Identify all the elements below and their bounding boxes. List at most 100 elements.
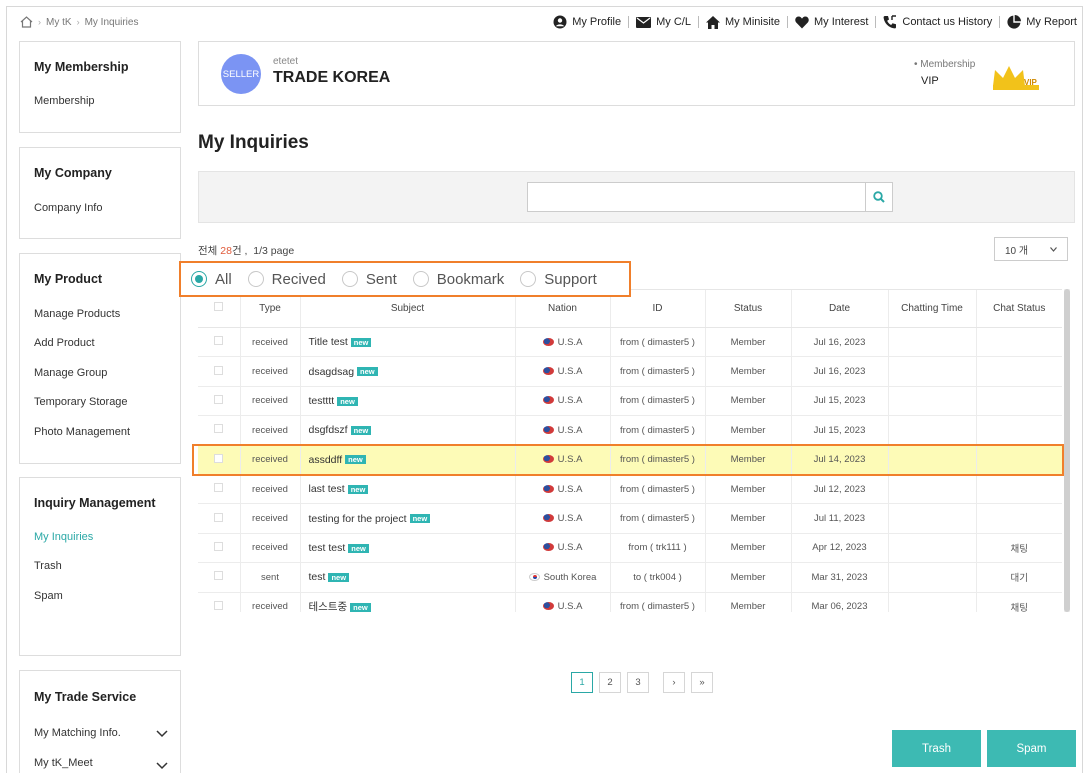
filter-support[interactable]: Support: [520, 271, 597, 288]
subject-link[interactable]: test test: [309, 542, 346, 554]
cell-type: received: [239, 592, 300, 612]
cell-id: from ( dimaster5 ): [609, 474, 705, 505]
new-badge: new: [328, 573, 350, 583]
next-page-button[interactable]: ›: [663, 672, 685, 693]
sidebar-item-matching-info[interactable]: My Matching Info.: [34, 727, 121, 739]
page-1-button[interactable]: 1: [571, 672, 593, 693]
page-3-button[interactable]: 3: [627, 672, 649, 693]
row-checkbox[interactable]: [214, 483, 224, 493]
cell-nation: U.S.A: [514, 415, 610, 446]
cell-subject[interactable]: dsagdsag new: [299, 356, 515, 387]
breadcrumb-item[interactable]: My Inquiries: [85, 17, 139, 28]
sidebar-item-temporary-storage[interactable]: Temporary Storage: [34, 396, 128, 408]
cell-subject[interactable]: testing for the project new: [299, 503, 515, 534]
table-row[interactable]: received dsgfdszf new U.S.A from ( dimaster5…: [198, 415, 1062, 446]
subject-link[interactable]: testing for the project: [309, 513, 407, 525]
last-page-button[interactable]: »: [691, 672, 713, 693]
nation-label: U.S.A: [557, 366, 583, 378]
cell-chat-status: [975, 503, 1062, 534]
avatar: SELLER: [221, 54, 261, 94]
contact-history-link[interactable]: Contact us History: [883, 15, 992, 29]
table-row[interactable]: received last test new U.S.A from ( dimaster…: [198, 474, 1062, 505]
cell-subject[interactable]: test new: [299, 562, 515, 593]
sidebar-item-spam[interactable]: Spam: [34, 590, 63, 602]
row-checkbox[interactable]: [214, 512, 224, 522]
sidebar-item-company-info[interactable]: Company Info: [34, 202, 102, 214]
subject-link[interactable]: testttt: [309, 395, 335, 407]
select-all-checkbox[interactable]: [214, 302, 224, 311]
row-checkbox[interactable]: [214, 571, 224, 581]
subject-link[interactable]: dsagdsag: [309, 366, 355, 378]
table-row[interactable]: received dsagdsag new U.S.A from ( dimaster5…: [198, 356, 1062, 387]
sidebar-membership: My Membership Membership: [19, 41, 181, 133]
cell-chat-status: [975, 356, 1062, 387]
sidebar-item-my-inquiries[interactable]: My Inquiries: [34, 531, 93, 543]
sidebar-item-trash[interactable]: Trash: [34, 560, 62, 572]
sidebar-section-title: My Product: [34, 272, 103, 286]
subject-link[interactable]: 테스트중: [309, 601, 348, 612]
table-row[interactable]: received 테스트중 new U.S.A from ( dimaster5 ) Me…: [198, 592, 1062, 612]
cell-id: from ( dimaster5 ): [609, 386, 705, 417]
subject-link[interactable]: Title test: [309, 336, 348, 348]
filter-all[interactable]: All: [191, 271, 232, 288]
sidebar-section-title: My Membership: [34, 60, 129, 74]
subject-link[interactable]: test: [309, 571, 326, 583]
cell-subject[interactable]: Title test new: [299, 327, 515, 358]
sidebar-item-photo-management[interactable]: Photo Management: [34, 426, 130, 438]
sidebar-item-membership[interactable]: Membership: [34, 95, 95, 107]
sidebar-item-tk-meet[interactable]: My tK_Meet: [34, 757, 93, 769]
row-checkbox[interactable]: [214, 424, 224, 434]
my-interest-link[interactable]: My Interest: [795, 16, 868, 29]
filter-sent[interactable]: Sent: [341, 271, 397, 288]
home-icon[interactable]: [20, 16, 33, 28]
sidebar-item-manage-products[interactable]: Manage Products: [34, 308, 120, 320]
cell-subject[interactable]: dsgfdszf new: [299, 415, 515, 446]
page-2-button[interactable]: 2: [599, 672, 621, 693]
sidebar-item-manage-group[interactable]: Manage Group: [34, 367, 107, 379]
table-scrollbar[interactable]: [1064, 289, 1070, 612]
spam-button[interactable]: Spam: [987, 730, 1076, 767]
cell-type: received: [239, 356, 300, 387]
per-page-select[interactable]: 10 개: [994, 237, 1068, 261]
my-report-link[interactable]: My Report: [1007, 15, 1077, 29]
profile-card: SELLER etetet TRADE KOREA • Membership V…: [198, 41, 1075, 106]
filter-bookmark[interactable]: Bookmark: [412, 271, 504, 288]
row-checkbox[interactable]: [214, 394, 224, 404]
cell-subject[interactable]: test test new: [299, 533, 515, 564]
chevron-down-icon[interactable]: [156, 761, 168, 773]
my-cl-link[interactable]: My C/L: [636, 16, 691, 28]
row-checkbox[interactable]: [214, 336, 224, 346]
nation-label: U.S.A: [557, 483, 583, 495]
table-row[interactable]: received testttt new U.S.A from ( dimaster5 …: [198, 386, 1062, 417]
inquiry-filter: All Recived Sent Bookmark Support: [179, 261, 631, 297]
my-profile-link[interactable]: My Profile: [553, 15, 621, 29]
subject-link[interactable]: last test: [309, 483, 345, 495]
table-row[interactable]: received Title test new U.S.A from ( dimaste…: [198, 327, 1062, 358]
scrollbar-thumb[interactable]: [1064, 289, 1070, 612]
search-button[interactable]: [865, 182, 893, 212]
table-row[interactable]: received testing for the project new U.S.A f…: [198, 503, 1062, 534]
table-row[interactable]: received test test new U.S.A from ( trk111 )…: [198, 533, 1062, 564]
row-checkbox[interactable]: [214, 600, 224, 610]
breadcrumb-item[interactable]: My tK: [46, 17, 72, 28]
new-badge: new: [350, 426, 372, 436]
cell-id: from ( dimaster5 ): [609, 503, 705, 534]
flag-icon: [542, 514, 554, 523]
cell-chatting-time: [887, 533, 976, 564]
cell-subject[interactable]: 테스트중 new: [299, 592, 515, 612]
cell-subject[interactable]: last test new: [299, 474, 515, 505]
row-checkbox[interactable]: [214, 365, 224, 375]
row-checkbox[interactable]: [214, 541, 224, 551]
pagination: 1 2 3 › »: [571, 672, 713, 693]
sidebar-item-add-product[interactable]: Add Product: [34, 337, 95, 349]
table-row[interactable]: sent test new South Korea to ( trk004 ) Membe…: [198, 562, 1062, 593]
search-input[interactable]: [527, 182, 867, 212]
cell-subject[interactable]: testttt new: [299, 386, 515, 417]
my-minisite-link[interactable]: My Minisite: [705, 15, 780, 29]
trash-button[interactable]: Trash: [892, 730, 981, 767]
chevron-down-icon[interactable]: [156, 729, 168, 741]
filter-received[interactable]: Recived: [247, 271, 326, 288]
cell-chatting-time: [887, 386, 976, 417]
row-select-cell: [198, 533, 240, 564]
subject-link[interactable]: dsgfdszf: [309, 424, 348, 436]
